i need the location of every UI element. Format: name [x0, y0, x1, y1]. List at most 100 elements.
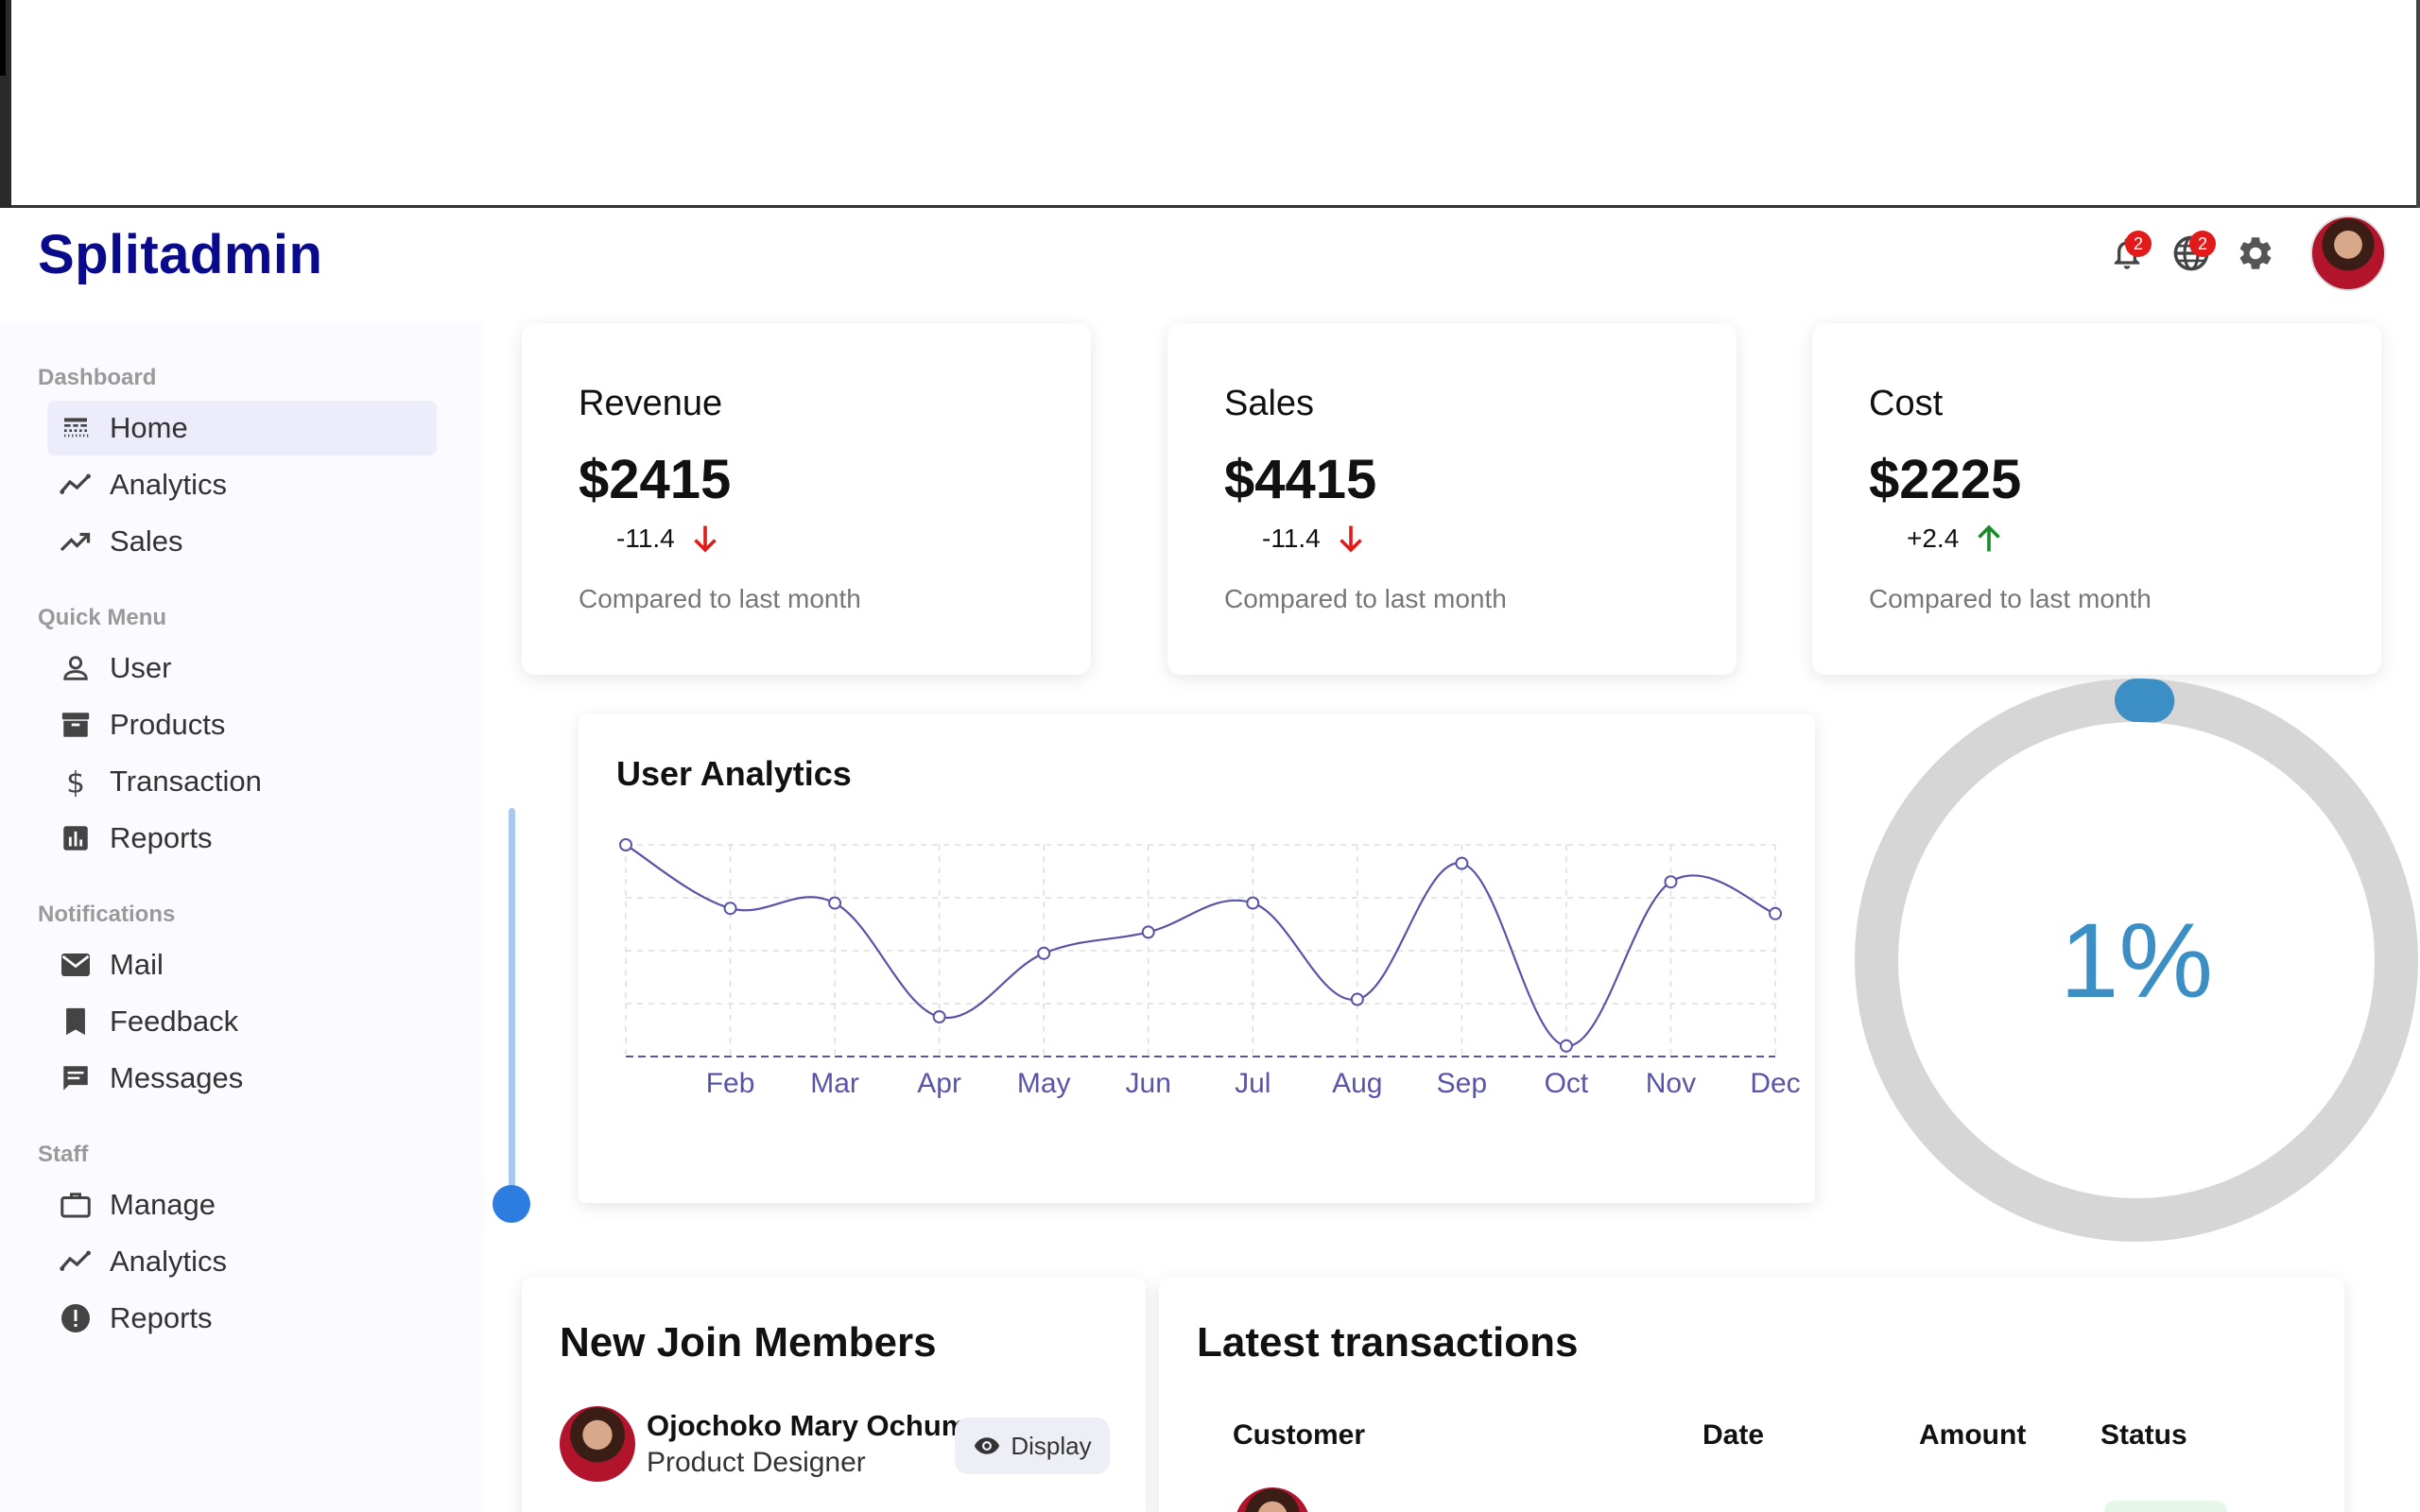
kpi-title: Revenue [579, 384, 723, 423]
eye-icon [975, 1437, 1000, 1454]
sidebar-item-label: Reports [110, 821, 213, 854]
kpi-value: $2415 [579, 449, 732, 510]
sidebar-item-user[interactable]: User [47, 641, 437, 696]
sidebar-item-analytics[interactable]: Analytics [47, 457, 437, 512]
x-tick-label: Apr [917, 1068, 961, 1099]
arrow-down-icon [693, 525, 717, 553]
display-button[interactable]: Display [955, 1418, 1110, 1474]
column-header-status: Status [2100, 1419, 2187, 1451]
member-name: Ojochoko Mary Ochuma [647, 1409, 984, 1442]
kpi-compare: Compared to last month [1224, 584, 1507, 613]
x-tick-label: Jun [1126, 1068, 1171, 1099]
brand-logo[interactable]: Splitadmin [38, 223, 322, 286]
x-tick-label: Nov [1646, 1068, 1696, 1099]
status-badge [2104, 1501, 2227, 1512]
transactions-panel: Latest transactions Customer Date Amount… [1159, 1278, 2344, 1512]
x-tick-label: Oct [1545, 1068, 1589, 1099]
mail-icon [59, 948, 93, 982]
data-point [619, 838, 632, 851]
line-style-icon [59, 411, 93, 445]
sidebar-item-reports[interactable]: Reports [47, 811, 437, 866]
transactions-title: Latest transactions [1197, 1319, 1579, 1366]
progress-percent: 1% [2060, 901, 2213, 1020]
sidebar-item-sales[interactable]: Sales [47, 514, 437, 569]
vertical-slider-track[interactable] [509, 808, 515, 1205]
person-outline-icon [59, 651, 93, 685]
timeline-icon [59, 468, 93, 502]
x-tick-label: Mar [810, 1068, 859, 1099]
notifications-button[interactable]: 2 [2099, 225, 2155, 282]
window-edge-left-dark [0, 0, 6, 76]
member-role: Product Designer [647, 1447, 866, 1478]
kpi-change: -11.4 [1262, 522, 1368, 556]
column-header-customer: Customer [1233, 1419, 1366, 1451]
member-item: Ojochoko Mary Ochuma Product Designer [560, 1406, 984, 1482]
sidebar-item-label: Transaction [110, 765, 262, 798]
gear-icon [2239, 237, 2272, 269]
dollar-icon: $ [59, 765, 93, 799]
kpi-change-value: +2.4 [1907, 524, 1960, 553]
sidebar-item-label: User [110, 651, 172, 684]
sidebar-item-transaction[interactable]: $ Transaction [47, 754, 437, 809]
kpi-change: -11.4 [616, 522, 722, 556]
sidebar-section-notifications: Notifications [38, 902, 176, 927]
progress-ring: 1% [1849, 673, 2420, 1247]
sidebar-item-label: Manage [110, 1188, 216, 1221]
x-tick-label: Jul [1235, 1068, 1270, 1099]
message-icon [59, 1061, 93, 1095]
storefront-icon [59, 708, 93, 742]
data-point [1350, 992, 1364, 1006]
sidebar-item-staff-analytics[interactable]: Analytics [47, 1234, 437, 1289]
sidebar-item-feedback[interactable]: Feedback [47, 994, 437, 1049]
user-analytics-chart: Feb Mar Apr May Jun Jul Aug Sep Oct Nov Dec [619, 838, 1801, 1099]
data-point [1664, 875, 1678, 889]
sidebar-section-quick-menu: Quick Menu [38, 605, 167, 630]
sidebar-item-home[interactable]: Home [47, 401, 437, 455]
kpi-title: Cost [1869, 384, 1944, 423]
sidebar-item-mail[interactable]: Mail [47, 937, 437, 992]
settings-button[interactable] [2227, 225, 2284, 282]
customer-avatar [1235, 1487, 1310, 1512]
data-point [932, 1010, 946, 1023]
kpi-change: +2.4 [1907, 522, 2006, 556]
language-badge: 2 [2189, 231, 2216, 257]
briefcase-icon [59, 1188, 93, 1222]
kpi-compare: Compared to last month [1869, 584, 2152, 613]
sidebar-item-label: Mail [110, 948, 164, 981]
data-point [1141, 925, 1155, 939]
data-point [828, 896, 842, 910]
language-button[interactable]: 2 [2163, 225, 2220, 282]
kpi-card-revenue: Revenue $2415 -11.4 Compared to last mon… [522, 323, 1091, 675]
report-alert-icon [59, 1301, 93, 1335]
vertical-slider-thumb[interactable] [493, 1185, 530, 1223]
data-point [1769, 906, 1782, 920]
kpi-compare: Compared to last month [579, 584, 861, 613]
sidebar-item-staff-reports[interactable]: Reports [47, 1291, 437, 1346]
member-avatar [560, 1406, 635, 1482]
data-point [1559, 1039, 1573, 1053]
sidebar-item-products[interactable]: Products [47, 697, 437, 752]
bar-chart-icon [59, 821, 93, 855]
data-point [723, 902, 737, 916]
user-avatar[interactable] [2310, 215, 2386, 291]
data-point [1037, 946, 1051, 960]
window-edge-right [2416, 0, 2420, 208]
x-tick-label: Dec [1750, 1068, 1800, 1099]
sidebar-item-label: Sales [110, 524, 183, 558]
display-button-label: Display [1011, 1431, 1092, 1460]
topbar-actions: 2 2 [2091, 215, 2386, 291]
x-tick-label: Aug [1332, 1068, 1382, 1099]
sidebar-item-messages[interactable]: Messages [47, 1051, 437, 1106]
sidebar-item-manage[interactable]: Manage [47, 1177, 437, 1232]
kpi-value: $2225 [1869, 449, 2022, 510]
data-point [1455, 856, 1469, 870]
x-tick-label: May [1017, 1068, 1071, 1099]
kpi-title: Sales [1224, 384, 1315, 423]
timeline-icon [59, 1245, 93, 1279]
sidebar-item-label: Reports [110, 1301, 213, 1334]
arrow-down-icon [1339, 525, 1362, 553]
series-line [625, 844, 1776, 1047]
bookmark-icon [59, 1005, 93, 1039]
kpi-change-value: -11.4 [616, 524, 675, 553]
x-tick-label: Sep [1437, 1068, 1487, 1099]
